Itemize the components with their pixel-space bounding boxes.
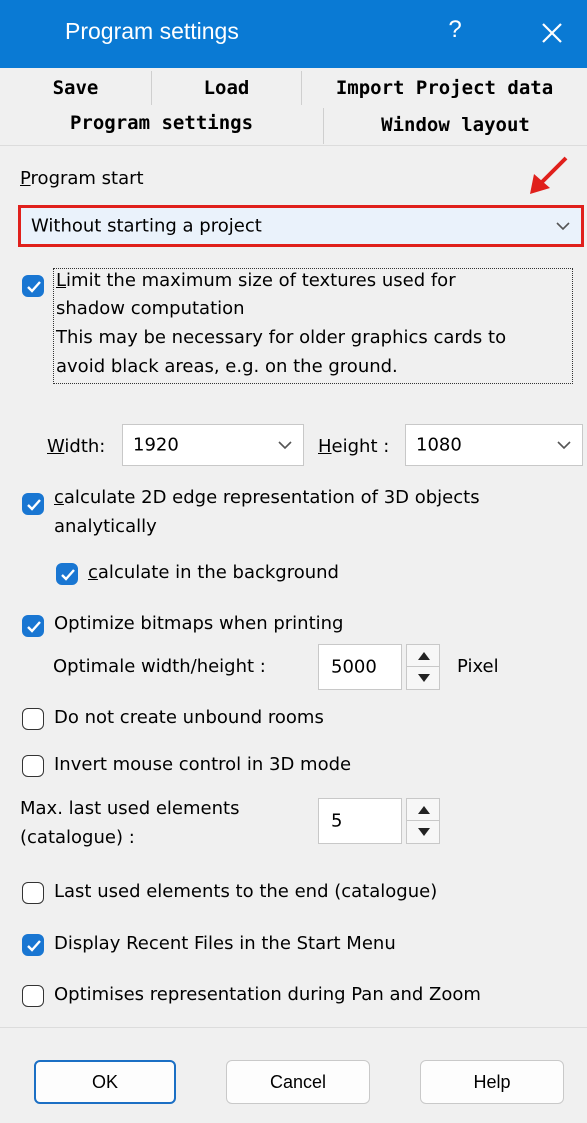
window-title: Program settings [65, 18, 239, 44]
calc-background-checkbox[interactable] [56, 563, 78, 585]
optimise-pan-label: Optimises representation during Pan and … [54, 984, 481, 1005]
height-select[interactable]: 1080 [405, 424, 583, 466]
optimal-size-spinner[interactable] [406, 644, 440, 690]
chevron-down-icon [556, 222, 570, 231]
tab-save[interactable]: Save [0, 71, 152, 105]
footer-divider [0, 1027, 587, 1028]
last-used-end-label: Last used elements to the end (catalogue… [54, 881, 438, 902]
calc-2d-line1: calculate 2D edge representation of 3D o… [54, 487, 480, 508]
max-last-used-line2: (catalogue) : [20, 827, 135, 848]
max-last-used-line1: Max. last used elements [20, 798, 240, 819]
limit-textures-line1: Limit the maximum size of textures used … [56, 270, 456, 291]
recent-files-label: Display Recent Files in the Start Menu [54, 933, 396, 954]
invert-mouse-label: Invert mouse control in 3D mode [54, 754, 352, 775]
optimal-size-value: 5000 [331, 656, 377, 678]
title-bar: Program settings ? [0, 0, 587, 68]
limit-textures-line4: avoid black areas, e.g. on the ground. [56, 356, 398, 377]
help-title-button[interactable]: ? [440, 16, 470, 44]
recent-files-checkbox[interactable] [22, 934, 44, 956]
spin-down-button[interactable] [407, 667, 439, 689]
cancel-button[interactable]: Cancel [226, 1060, 370, 1104]
limit-textures-line2: shadow computation [56, 298, 245, 319]
tab-load[interactable]: Load [152, 71, 302, 105]
calc-background-label: calculate in the background [88, 562, 339, 583]
spin-up-button[interactable] [407, 799, 439, 821]
width-label: Width: [47, 436, 106, 457]
arrow-down-icon [418, 828, 430, 836]
calc-2d-line2: analytically [54, 516, 157, 537]
width-value: 1920 [133, 434, 179, 456]
invert-mouse-checkbox[interactable] [22, 755, 44, 777]
height-value: 1080 [416, 434, 462, 456]
height-label: Height : [318, 436, 390, 457]
limit-textures-checkbox[interactable] [22, 275, 44, 297]
width-select[interactable]: 1920 [122, 424, 304, 466]
optimize-bitmaps-checkbox[interactable] [22, 615, 44, 637]
max-last-used-input[interactable]: 5 [318, 798, 402, 844]
arrow-up-icon [418, 805, 430, 814]
tab-import-project-data[interactable]: Import Project data [302, 71, 587, 105]
red-arrow-icon [530, 156, 568, 194]
tab-window-layout[interactable]: Window layout [323, 108, 587, 144]
pixel-unit-label: Pixel [457, 656, 499, 677]
spin-down-button[interactable] [407, 821, 439, 843]
optimize-bitmaps-text: Optimize bitmaps when printing [54, 613, 344, 634]
chevron-down-icon [557, 441, 571, 450]
max-last-used-value: 5 [331, 810, 343, 832]
spin-up-button[interactable] [407, 645, 439, 667]
last-used-end-checkbox[interactable] [22, 882, 44, 904]
program-start-value: Without starting a project [31, 215, 262, 237]
optimal-size-input[interactable]: 5000 [318, 644, 402, 690]
calc-2d-checkbox[interactable] [22, 493, 44, 515]
unbound-rooms-label: Do not create unbound rooms [54, 707, 324, 728]
program-start-select[interactable]: Without starting a project [18, 205, 584, 247]
tab-divider [0, 145, 587, 146]
arrow-up-icon [418, 651, 430, 660]
tab-program-settings[interactable]: Program settings [0, 105, 323, 145]
unbound-rooms-checkbox[interactable] [22, 708, 44, 730]
optimise-pan-checkbox[interactable] [22, 985, 44, 1007]
optimal-size-label: Optimale width/height : [53, 656, 266, 677]
max-last-used-spinner[interactable] [406, 798, 440, 844]
close-icon [542, 23, 562, 43]
chevron-down-icon [278, 441, 292, 450]
arrow-down-icon [418, 674, 430, 682]
close-button[interactable] [534, 12, 570, 52]
help-button[interactable]: Help [420, 1060, 564, 1104]
program-start-label: Program start [20, 168, 144, 189]
limit-textures-line3: This may be necessary for older graphics… [56, 327, 507, 348]
ok-button[interactable]: OK [34, 1060, 176, 1104]
